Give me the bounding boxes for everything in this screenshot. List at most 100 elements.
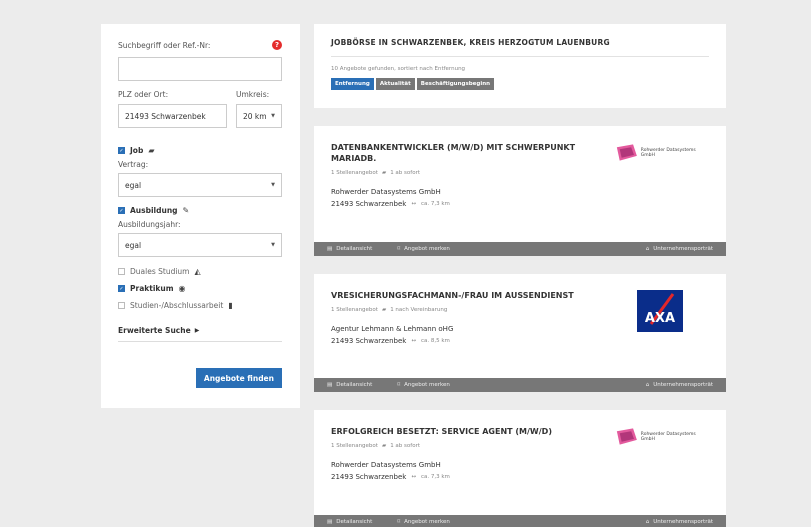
job-title[interactable]: DATENBANKENTWICKLER (M/W/D) MIT SCHWERPU… <box>331 142 581 164</box>
job-location-row: 21493 Schwarzenbek ↔ ca. 7,3 km <box>331 200 709 208</box>
bookmark-label: Angebot merken <box>404 519 450 525</box>
job-location-row: 21493 Schwarzenbek ↔ ca. 7,3 km <box>331 473 709 481</box>
arrows-icon: ↔ <box>411 201 416 207</box>
company-logo-text: AXA <box>644 311 676 326</box>
building-icon: ⌂ <box>645 382 650 388</box>
job-positions: 1 Stellenangebot <box>331 443 378 449</box>
company-portrait-link[interactable]: ⌂ Unternehmensporträt <box>646 382 713 388</box>
eye-icon: ◉ <box>178 284 186 293</box>
briefcase-icon: ▰ <box>381 443 387 449</box>
details-link[interactable]: ▤ Detailansicht <box>327 246 372 252</box>
job-start: 1 ab sofort <box>390 170 420 176</box>
job-start: 1 nach Vereinbarung <box>390 307 448 313</box>
company-logo: Rohwerder Datasystems GmbH <box>614 142 708 164</box>
job-footer: ▤ Detailansicht ⌑ Angebot merken ⌂ Unter… <box>314 242 726 256</box>
results-summary: 10 Angebote gefunden, sortiert nach Entf… <box>331 66 466 72</box>
apprenticeship-year-label: Ausbildungsjahr: <box>118 220 181 229</box>
apprenticeship-label: Ausbildung <box>130 206 178 215</box>
arrows-icon: ↔ <box>411 338 416 344</box>
company-logo: AXA <box>637 290 683 332</box>
company-portrait-link[interactable]: ⌂ Unternehmensporträt <box>646 246 713 252</box>
bookmark-label: Angebot merken <box>404 382 450 388</box>
apprenticeship-year-select[interactable]: egal ▼ <box>118 233 282 257</box>
search-sidebar: Suchbegriff oder Ref.-Nr: ? PLZ oder Ort… <box>101 24 300 408</box>
briefcase-icon: ▰ <box>381 307 387 313</box>
internship-checkbox-row[interactable]: ✓ Praktikum ◉ <box>118 284 282 293</box>
job-positions: 1 Stellenangebot <box>331 170 378 176</box>
job-footer: ▤ Detailansicht ⌑ Angebot merken ⌂ Unter… <box>314 378 726 392</box>
bookmark-icon: ⌑ <box>397 382 401 388</box>
portrait-label: Unternehmensporträt <box>653 382 713 388</box>
sort-tab-distance[interactable]: Entfernung <box>331 78 374 90</box>
keyword-label-row: Suchbegriff oder Ref.-Nr: ? <box>118 40 282 50</box>
location-input[interactable]: 21493 Schwarzenbek <box>118 104 227 128</box>
job-checkbox-row[interactable]: ✓ Job ▰ <box>118 146 282 155</box>
job-card: DATENBANKENTWICKLER (M/W/D) MIT SCHWERPU… <box>314 126 726 256</box>
briefcase-icon: ▰ <box>148 146 155 155</box>
bookmark-link[interactable]: ⌑ Angebot merken <box>397 246 450 252</box>
internship-checkbox[interactable]: ✓ <box>118 285 125 292</box>
company-portrait-link[interactable]: ⌂ Unternehmensporträt <box>646 519 713 525</box>
radius-col: Umkreis: 20 km ▼ <box>236 90 282 128</box>
apprenticeship-year-value: egal <box>125 240 142 250</box>
job-distance: ca. 7,3 km <box>420 201 450 207</box>
sort-tab-recency[interactable]: Aktualität <box>375 78 415 90</box>
location-label: PLZ oder Ort: <box>118 90 169 99</box>
arrows-icon: ↔ <box>411 474 416 480</box>
sidebar-divider <box>118 341 282 342</box>
thesis-checkbox[interactable] <box>118 302 125 309</box>
bookmark-link[interactable]: ⌑ Angebot merken <box>397 382 450 388</box>
contract-value: egal <box>125 180 142 190</box>
building-icon: ⌂ <box>645 246 650 252</box>
job-meta: 1 Stellenangebot ▰ 1 ab sofort <box>331 170 709 176</box>
document-icon: ▤ <box>327 519 333 525</box>
sort-tab-start-date[interactable]: Beschäftigungsbeginn <box>416 78 495 90</box>
job-title[interactable]: ERFOLGREICH BESETZT: SERVICE AGENT (M/W/… <box>331 426 631 437</box>
help-icon[interactable]: ? <box>272 40 282 50</box>
details-link[interactable]: ▤ Detailansicht <box>327 382 372 388</box>
document-icon: ▤ <box>327 246 333 252</box>
location-col: PLZ oder Ort: 21493 Schwarzenbek <box>118 90 227 128</box>
pencil-icon: ✎ <box>182 206 190 215</box>
location-row: PLZ oder Ort: 21493 Schwarzenbek Umkreis… <box>118 90 282 128</box>
job-location: 21493 Schwarzenbek <box>331 337 407 345</box>
caret-down-icon: ▼ <box>271 182 275 188</box>
building-icon: ⌂ <box>645 519 650 525</box>
details-link[interactable]: ▤ Detailansicht <box>327 519 372 525</box>
contract-select[interactable]: egal ▼ <box>118 173 282 197</box>
document-icon: ▤ <box>327 382 333 388</box>
bookmark-label: Angebot merken <box>404 246 450 252</box>
apprenticeship-checkbox-row[interactable]: ✓ Ausbildung ✎ <box>118 206 282 215</box>
company-logo-text: Rohwerder Datasystems GmbH <box>640 148 696 158</box>
results-header: JOBBÖRSE IN SCHWARZENBEK, KREIS HERZOGTU… <box>314 24 726 108</box>
bookmark-icon: ⌑ <box>397 519 401 525</box>
keyword-input[interactable] <box>118 57 282 81</box>
advanced-search-toggle[interactable]: Erweiterte Suche ▶ <box>118 326 282 335</box>
job-label: Job <box>130 146 144 155</box>
caret-down-icon: ▼ <box>271 113 275 119</box>
caret-right-icon: ▶ <box>194 327 200 334</box>
briefcase-icon: ▰ <box>381 170 387 176</box>
job-checkbox[interactable]: ✓ <box>118 147 125 154</box>
caret-down-icon: ▼ <box>271 242 275 248</box>
job-start: 1 ab sofort <box>390 443 420 449</box>
portrait-label: Unternehmensporträt <box>653 246 713 252</box>
bookmark-link[interactable]: ⌑ Angebot merken <box>397 519 450 525</box>
job-title[interactable]: VRESICHERUNGSFACHMANN-/FRAU IM AUSSENDIE… <box>331 290 581 301</box>
company-logo: Rohwerder Datasystems GmbH <box>614 426 708 448</box>
radius-value: 20 km <box>243 111 267 121</box>
find-offers-button[interactable]: Angebote finden <box>195 368 282 388</box>
results-title: JOBBÖRSE IN SCHWARZENBEK, KREIS HERZOGTU… <box>331 38 610 47</box>
portrait-label: Unternehmensporträt <box>653 519 713 525</box>
radius-select[interactable]: 20 km ▼ <box>236 104 282 128</box>
dual-study-checkbox[interactable] <box>118 268 125 275</box>
dual-study-checkbox-row[interactable]: Duales Studium ◭ <box>118 267 282 276</box>
job-positions: 1 Stellenangebot <box>331 307 378 313</box>
job-location: 21493 Schwarzenbek <box>331 473 407 481</box>
sort-tabs: Entfernung Aktualität Beschäftigungsbegi… <box>331 78 709 90</box>
job-company: Rohwerder Datasystems GmbH <box>331 461 441 469</box>
thesis-label: Studien-/Abschlussarbeit <box>130 301 224 310</box>
thesis-checkbox-row[interactable]: Studien-/Abschlussarbeit ▮ <box>118 301 282 310</box>
apprenticeship-checkbox[interactable]: ✓ <box>118 207 125 214</box>
job-location-row: 21493 Schwarzenbek ↔ ca. 8,5 km <box>331 337 709 345</box>
